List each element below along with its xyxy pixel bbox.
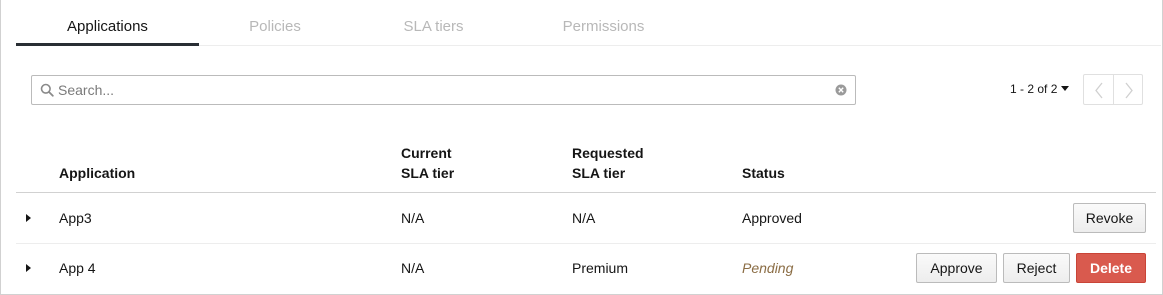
search-input[interactable] <box>58 77 828 103</box>
table-cell-status: Pending <box>742 260 794 276</box>
tab-applications[interactable]: Applications <box>16 0 199 46</box>
previous-page-button[interactable] <box>1084 75 1113 104</box>
table-cell-requested-sla: Premium <box>572 260 629 276</box>
tab-sla-tiers[interactable]: SLA tiers <box>351 0 516 46</box>
revoke-button[interactable]: Revoke <box>1073 203 1146 233</box>
table-header-divider <box>16 192 1156 193</box>
table-cell-requested-sla: N/A <box>572 210 596 226</box>
approve-button[interactable]: Approve <box>916 253 997 283</box>
delete-button[interactable]: Delete <box>1076 253 1146 283</box>
column-header-application: Application <box>59 165 136 181</box>
pagination-controls <box>1083 74 1143 105</box>
expand-caret-icon[interactable] <box>26 264 31 272</box>
column-header-status: Status <box>742 165 785 181</box>
tab-bar: Applications Policies SLA tiers Permissi… <box>16 0 1161 46</box>
table-cell-current-sla: N/A <box>401 260 425 276</box>
search-box <box>31 75 856 105</box>
tab-permissions[interactable]: Permissions <box>516 0 691 46</box>
expand-caret-icon[interactable] <box>26 214 31 222</box>
column-header-current-sla-tier: Current SLA tier <box>401 143 454 183</box>
pagination-dropdown[interactable]: 1 - 2 of 2 <box>1010 82 1070 96</box>
column-header-line: Current <box>401 145 452 161</box>
column-header-line: Requested <box>572 145 644 161</box>
caret-down-icon <box>1061 86 1070 91</box>
search-icon <box>40 83 54 97</box>
table-cell-current-sla: N/A <box>401 210 425 226</box>
column-header-line: SLA tier <box>572 165 626 181</box>
table-cell-application: App3 <box>59 210 92 226</box>
tab-policies[interactable]: Policies <box>199 0 351 46</box>
clear-icon[interactable] <box>835 84 847 96</box>
table-cell-application: App 4 <box>59 260 96 276</box>
column-header-requested-sla-tier: Requested SLA tier <box>572 143 644 183</box>
table-row-divider <box>16 243 1156 244</box>
table-cell-status: Approved <box>742 210 802 226</box>
column-header-line: SLA tier <box>401 165 455 181</box>
next-page-button[interactable] <box>1112 75 1143 104</box>
pagination-label: 1 - 2 of 2 <box>1010 82 1058 96</box>
chevron-right-icon <box>1124 82 1133 99</box>
chevron-left-icon <box>1095 82 1103 99</box>
reject-button[interactable]: Reject <box>1003 253 1070 283</box>
app-frame: Applications Policies SLA tiers Permissi… <box>0 0 1163 295</box>
